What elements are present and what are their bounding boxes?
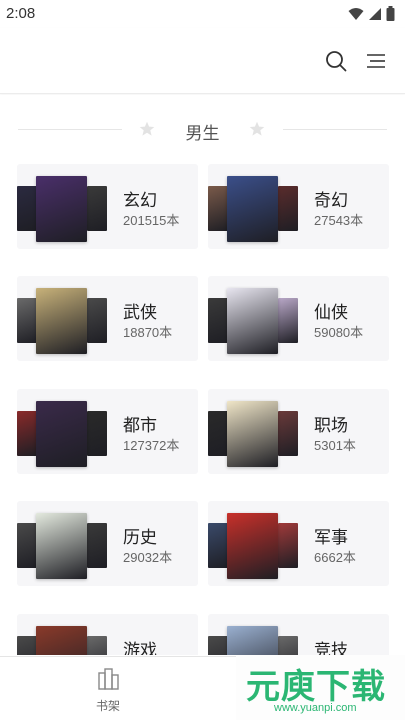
category-name: 奇幻 xyxy=(314,191,348,211)
category-card[interactable]: 游戏 xyxy=(17,614,198,655)
book-cover xyxy=(87,636,107,655)
category-card[interactable]: 都市 127372本 xyxy=(17,389,198,474)
book-cover xyxy=(17,186,37,231)
category-count: 5301本 xyxy=(314,438,356,453)
book-cover xyxy=(208,523,228,568)
book-cover xyxy=(36,401,87,467)
watermark-brand: 元庾下载 xyxy=(246,667,386,707)
nav-bookshelf-label: 书架 xyxy=(95,699,120,713)
wifi-icon xyxy=(348,7,364,20)
top-toolbar xyxy=(0,28,405,94)
category-card[interactable]: 历史 29032本 xyxy=(17,501,198,586)
book-cover xyxy=(278,523,298,568)
book-cover xyxy=(17,298,37,343)
section-title: 男生 xyxy=(185,124,220,144)
book-cover xyxy=(36,288,87,354)
book-cover xyxy=(278,298,298,343)
status-bar: 2:08 xyxy=(0,0,405,28)
category-count: 27543本 xyxy=(314,213,364,228)
book-cover xyxy=(87,186,107,231)
category-card[interactable]: 军事 6662本 xyxy=(208,501,389,586)
section-header: 男生 xyxy=(0,115,405,145)
divider-right xyxy=(283,129,387,130)
book-cover xyxy=(278,186,298,231)
status-icons xyxy=(348,6,395,21)
watermark-url: www.yuanpi.com xyxy=(274,702,357,714)
list-menu-icon xyxy=(367,54,385,68)
category-name: 军事 xyxy=(314,528,348,548)
category-name: 职场 xyxy=(314,416,348,436)
menu-button[interactable] xyxy=(363,48,389,74)
watermark-logo: 元庾下载 www.yuanpi.com xyxy=(236,655,405,720)
bookshelf-icon xyxy=(98,668,119,690)
category-name: 仙侠 xyxy=(314,303,348,323)
book-cover xyxy=(87,523,107,568)
book-covers xyxy=(208,176,298,242)
book-cover xyxy=(278,636,298,655)
category-name: 都市 xyxy=(123,416,157,436)
book-cover xyxy=(36,626,87,655)
star-icon xyxy=(249,121,265,136)
book-cover xyxy=(17,523,37,568)
book-covers xyxy=(208,513,298,579)
category-count: 127372本 xyxy=(123,438,180,453)
book-covers xyxy=(17,176,107,242)
book-cover xyxy=(227,401,278,467)
status-time: 2:08 xyxy=(6,5,36,22)
book-covers xyxy=(17,626,107,655)
book-cover xyxy=(36,176,87,242)
signal-icon xyxy=(369,7,381,20)
book-covers xyxy=(208,401,298,467)
category-name: 历史 xyxy=(123,528,157,548)
search-button[interactable] xyxy=(323,48,349,74)
book-cover xyxy=(227,176,278,242)
nav-bookshelf[interactable]: 书架 xyxy=(48,657,168,720)
category-content: 男生 玄幻 201515本 奇幻 27543本 武侠 18870本 仙侠 590… xyxy=(0,95,405,655)
category-card[interactable]: 武侠 18870本 xyxy=(17,276,198,361)
book-cover xyxy=(227,626,278,655)
category-name: 竞技 xyxy=(314,641,348,655)
category-card[interactable]: 奇幻 27543本 xyxy=(208,164,389,249)
category-name: 游戏 xyxy=(123,641,157,655)
book-covers xyxy=(208,288,298,354)
book-cover xyxy=(17,411,37,456)
category-card[interactable]: 玄幻 201515本 xyxy=(17,164,198,249)
category-name: 玄幻 xyxy=(123,191,157,211)
category-card[interactable]: 竞技 xyxy=(208,614,389,655)
category-count: 18870本 xyxy=(123,325,173,340)
category-name: 武侠 xyxy=(123,303,157,323)
category-count: 59080本 xyxy=(314,325,364,340)
book-cover xyxy=(208,636,228,655)
category-card[interactable]: 职场 5301本 xyxy=(208,389,389,474)
battery-icon xyxy=(386,6,395,21)
category-count: 29032本 xyxy=(123,550,173,565)
book-cover xyxy=(87,298,107,343)
book-cover xyxy=(278,411,298,456)
book-cover xyxy=(227,513,278,579)
category-card[interactable]: 仙侠 59080本 xyxy=(208,276,389,361)
book-cover xyxy=(208,186,228,231)
book-covers xyxy=(17,401,107,467)
book-covers xyxy=(17,513,107,579)
category-count: 6662本 xyxy=(314,550,356,565)
book-cover xyxy=(208,411,228,456)
book-covers xyxy=(17,288,107,354)
book-cover xyxy=(208,298,228,343)
book-cover xyxy=(227,288,278,354)
book-cover xyxy=(87,411,107,456)
book-cover xyxy=(36,513,87,579)
book-covers xyxy=(208,626,298,655)
search-icon xyxy=(326,51,347,72)
category-count: 201515本 xyxy=(123,213,180,228)
book-cover xyxy=(17,636,37,655)
